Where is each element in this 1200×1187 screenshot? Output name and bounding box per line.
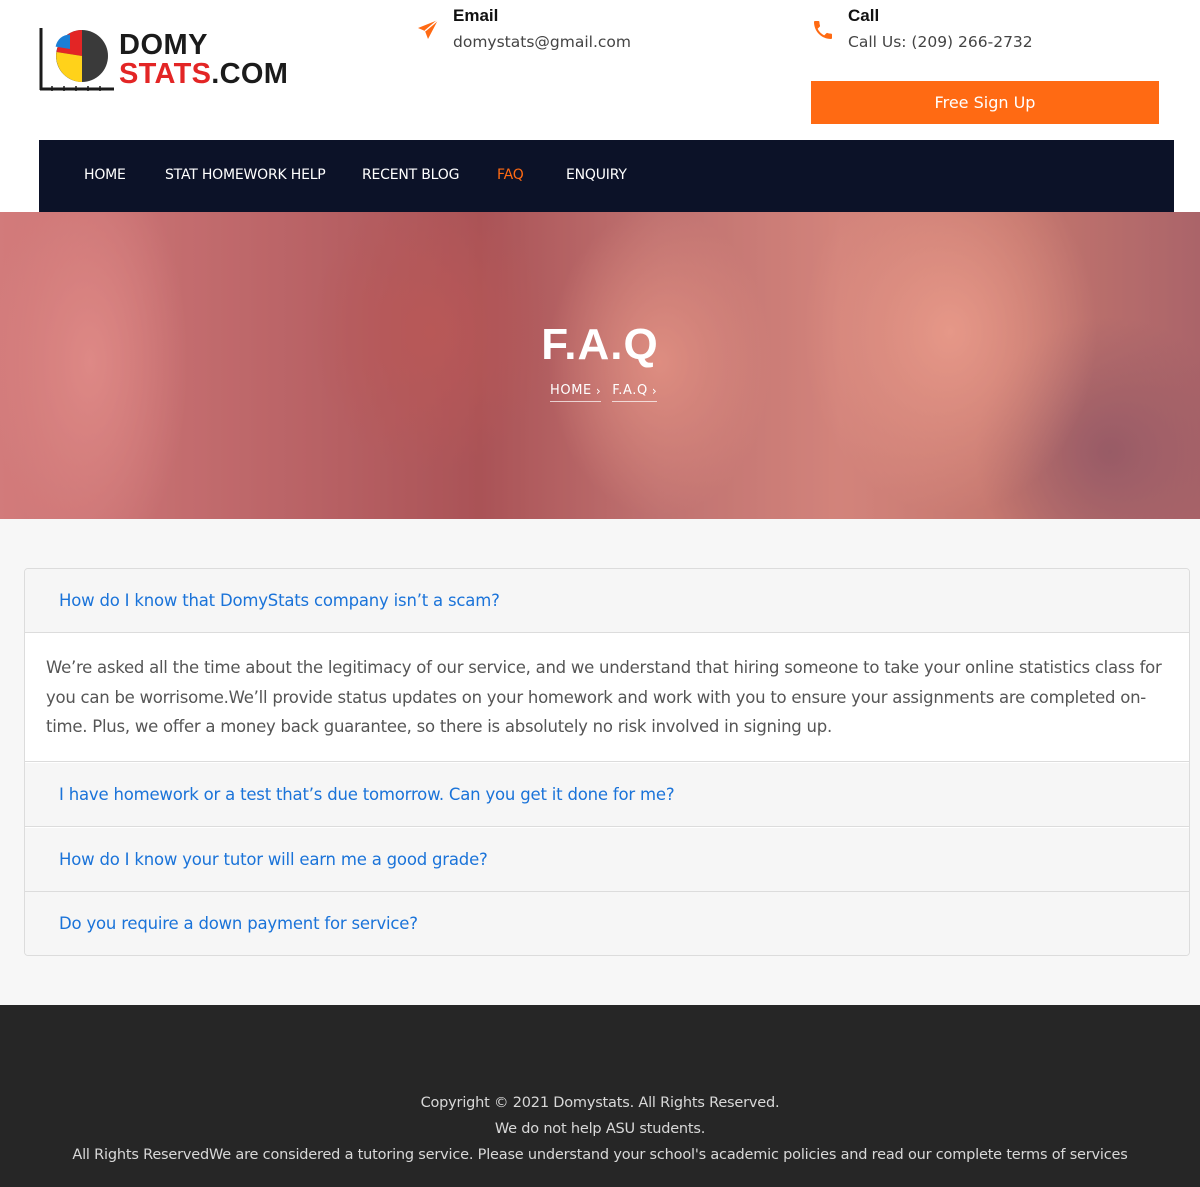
email-title: Email — [453, 6, 499, 25]
pie-chart-logo-icon — [39, 28, 114, 91]
phone-number-link[interactable]: Call Us: (209) 266-2732 — [848, 33, 1033, 51]
breadcrumb-faq-label: F.A.Q — [612, 383, 648, 398]
call-title: Call — [848, 6, 880, 25]
nav-item-enquiry[interactable]: ENQUIRY — [566, 167, 627, 183]
site-logo[interactable]: DOMY STATS.COM — [38, 26, 298, 96]
page-banner: F.A.Q HOME › F.A.Q › — [0, 212, 1200, 519]
nav-item-recent-blog[interactable]: RECENT BLOG — [362, 167, 459, 183]
logo-text-stats-main: STATS — [119, 58, 212, 90]
faq-answer-text: We’re asked all the time about the legit… — [46, 658, 1162, 736]
footer-copyright: Copyright © 2021 Domystats. All Rights R… — [420, 1095, 780, 1111]
nav-item-home[interactable]: HOME — [84, 167, 126, 183]
nav-item-faq[interactable]: FAQ — [497, 167, 524, 183]
chevron-right-icon: › — [595, 383, 602, 398]
faq-question-scam[interactable]: How do I know that DomyStats company isn… — [25, 569, 1189, 633]
email-address-link[interactable]: domystats@gmail.com — [453, 33, 631, 51]
breadcrumb-home-label: HOME — [550, 383, 592, 398]
faq-answer-scam: We’re asked all the time about the legit… — [25, 634, 1189, 762]
site-header: DOMY STATS.COM Email domystats@gmail.com… — [0, 0, 1200, 140]
phone-icon — [814, 21, 832, 39]
faq-question-down-payment[interactable]: Do you require a down payment for servic… — [25, 892, 1189, 955]
faq-section: How do I know that DomyStats company isn… — [0, 519, 1200, 1005]
logo-text-domy: DOMY — [119, 29, 208, 61]
faq-question-text: How do I know that DomyStats company isn… — [59, 591, 500, 610]
breadcrumb-faq[interactable]: F.A.Q › — [612, 383, 658, 402]
breadcrumb-home[interactable]: HOME › — [550, 383, 602, 402]
site-footer: Copyright © 2021 Domystats. All Rights R… — [0, 1005, 1200, 1187]
faq-question-text: I have homework or a test that’s due tom… — [59, 785, 675, 804]
page-title: F.A.Q — [541, 320, 659, 369]
faq-accordion: How do I know that DomyStats company isn… — [24, 568, 1190, 956]
footer-disclaimer: All Rights ReservedWe are considered a t… — [72, 1147, 1128, 1163]
footer-notice: We do not help ASU students. — [494, 1121, 706, 1137]
faq-question-text: How do I know your tutor will earn me a … — [59, 850, 488, 869]
main-navbar: HOME STAT HOMEWORK HELP RECENT BLOG FAQ … — [39, 140, 1174, 212]
logo-text-com: .COM — [211, 58, 289, 90]
free-sign-up-button[interactable]: Free Sign Up — [811, 81, 1159, 124]
faq-question-text: Do you require a down payment for servic… — [59, 914, 418, 933]
paper-plane-icon — [418, 19, 439, 39]
chevron-right-icon: › — [651, 383, 658, 398]
breadcrumb: HOME › F.A.Q › — [550, 383, 658, 402]
nav-item-stat-homework-help[interactable]: STAT HOMEWORK HELP — [165, 167, 326, 183]
logo-text-stats: STATS.COM — [119, 59, 288, 89]
faq-question-due-tomorrow[interactable]: I have homework or a test that’s due tom… — [25, 763, 1189, 827]
faq-question-good-grade[interactable]: How do I know your tutor will earn me a … — [25, 828, 1189, 892]
